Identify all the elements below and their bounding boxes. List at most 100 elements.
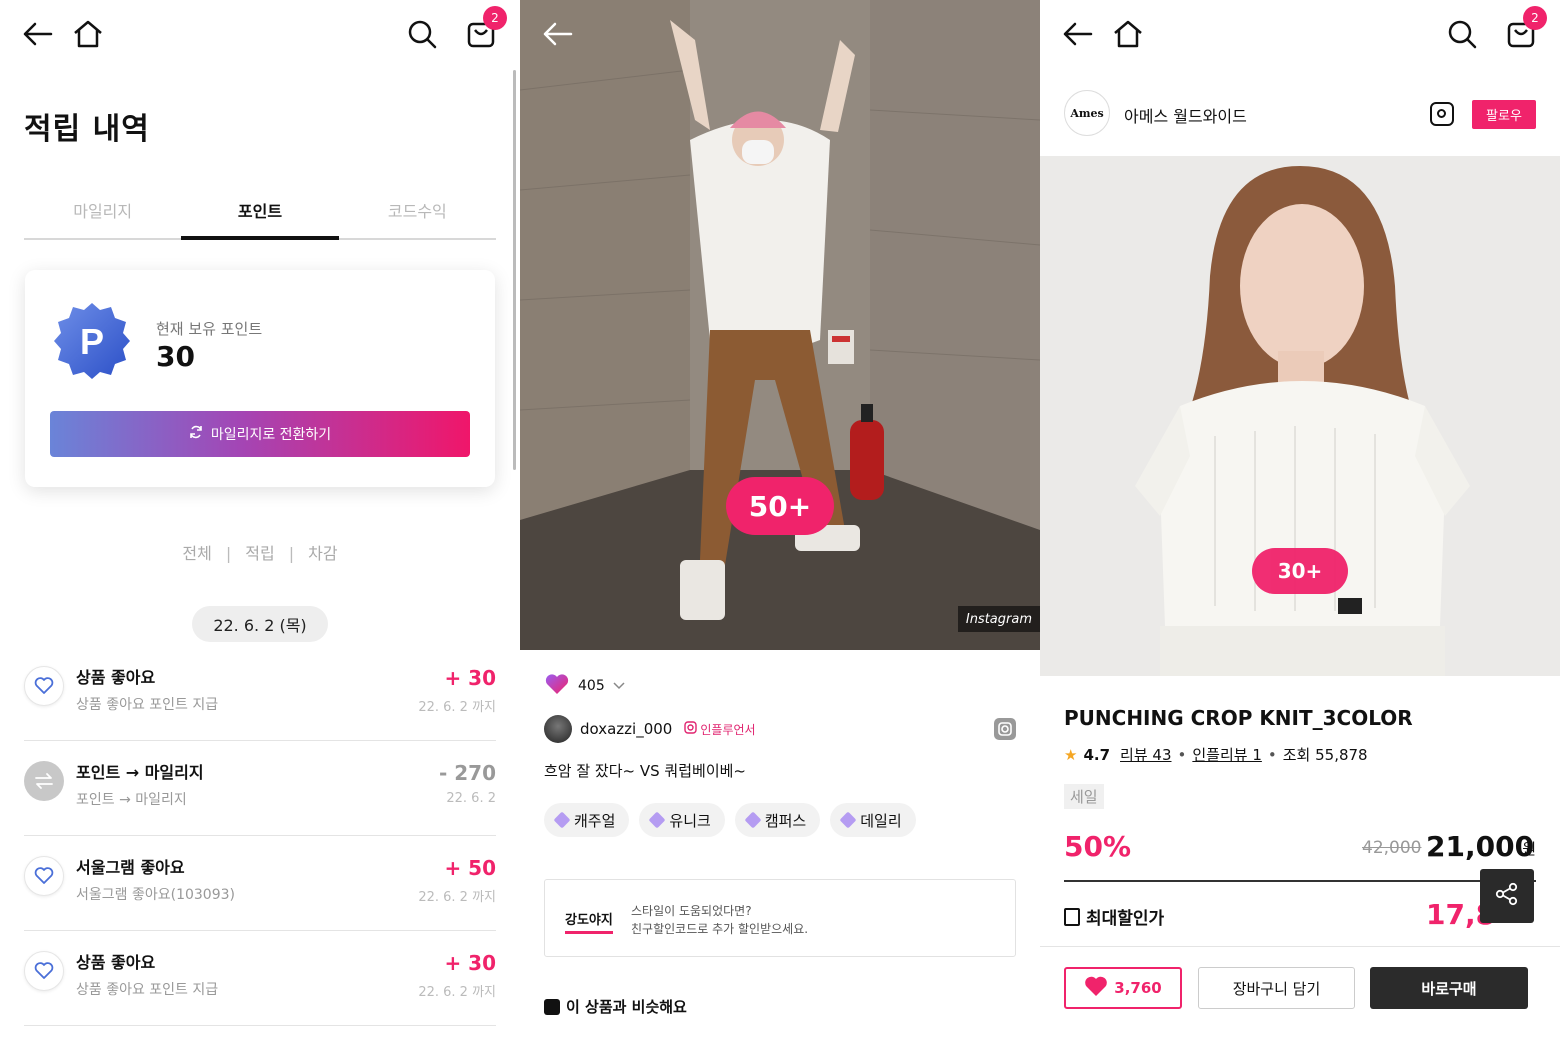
sale-price: 21,000 <box>1426 830 1535 863</box>
instagram-link-icon[interactable] <box>994 718 1016 740</box>
history-amount: + 30 <box>444 666 496 690</box>
heart-icon <box>1084 975 1108 1001</box>
tag-label: 유니크 <box>669 811 711 830</box>
friend-code-promo[interactable]: 강도야지 스타일이 도움되었다면? 친구할인코드로 추가 할인받으세요. <box>544 879 1016 957</box>
tag-chip[interactable]: 캐주얼 <box>544 803 630 837</box>
style-photo[interactable]: 50+ Instagram <box>520 0 1040 650</box>
tag-icon <box>744 811 762 829</box>
author-row: doxazzi_000 인플루언서 <box>544 714 1016 744</box>
tag-chip[interactable]: 유니크 <box>639 803 725 837</box>
brand-row: Ames 아메스 월드와이드 팔로우 <box>1064 90 1536 138</box>
tag-icon <box>553 811 571 829</box>
history-title: 상품 좋아요 <box>76 953 156 972</box>
rating-row: ★ 4.7 리뷰 43 • 인플리뷰 1 • 조회 55,878 <box>1064 744 1368 765</box>
home-icon[interactable] <box>68 14 108 54</box>
tab-points[interactable]: 포인트 <box>181 186 339 240</box>
points-history-screen: 2 적립 내역 마일리지 포인트 코드수익 P 현재 보유 포인트 30 마일리… <box>0 0 520 1039</box>
history-filter: 전체 | 적립 | 차감 <box>0 540 520 564</box>
home-icon[interactable] <box>1108 14 1148 54</box>
list-item: 포인트 → 마일리지 포인트 → 마일리지 - 270 22. 6. 2 <box>24 741 496 836</box>
buy-now-button[interactable]: 바로구매 <box>1370 967 1528 1009</box>
history-amount: + 50 <box>444 856 496 880</box>
heart-icon <box>544 672 570 700</box>
instagram-icon[interactable] <box>1430 102 1454 126</box>
sale-badge: 세일 <box>1064 784 1104 809</box>
history-title: 상품 좋아요 <box>76 668 156 687</box>
cart-count-badge: 2 <box>483 6 507 30</box>
list-item: 상품 좋아요 상품 좋아요 포인트 지급 + 30 22. 6. 2 까지 <box>24 646 496 741</box>
list-item: 서울그램 좋아요 서울그램 좋아요(103093) + 50 22. 6. 2 … <box>24 836 496 931</box>
tagged-styles-count[interactable]: 30+ <box>1252 548 1348 594</box>
refresh-icon <box>189 425 203 443</box>
back-arrow-icon[interactable] <box>538 14 578 54</box>
influencer-label: 인플루언서 <box>700 722 756 737</box>
list-item: 상품 좋아요 상품 좋아요 포인트 지급 + 30 22. 6. 2 까지 <box>24 931 496 1026</box>
like-row[interactable]: 405 <box>544 672 625 700</box>
author-name[interactable]: doxazzi_000 <box>580 720 672 738</box>
history-subtitle: 상품 좋아요 포인트 지급 <box>76 697 219 713</box>
rating-value: 4.7 <box>1083 745 1111 764</box>
convert-to-mileage-button[interactable]: 마일리지로 전환하기 <box>50 411 470 457</box>
scrollbar[interactable] <box>513 70 516 470</box>
follow-button[interactable]: 팔로우 <box>1472 100 1536 129</box>
tab-code-earnings[interactable]: 코드수익 <box>339 186 496 238</box>
tag-chip[interactable]: 캠퍼스 <box>734 803 821 837</box>
tag-label: 캐주얼 <box>574 811 616 830</box>
points-badge-letter: P <box>80 321 104 362</box>
separator-dot: • <box>1267 745 1277 764</box>
purchase-bar: 3,760 장바구니 담기 바로구매 <box>1040 946 1560 1039</box>
filter-all[interactable]: 전체 <box>182 544 211 563</box>
filter-separator: | <box>288 544 295 563</box>
top-bar: 2 <box>0 0 520 68</box>
points-label: 현재 보유 포인트 <box>156 320 263 338</box>
filter-earned[interactable]: 적립 <box>245 544 274 563</box>
top-bar: 2 <box>1040 0 1560 68</box>
points-card: P 현재 보유 포인트 30 마일리지로 전환하기 <box>25 270 495 487</box>
view-count: 조회 55,878 <box>1282 746 1368 764</box>
similar-heading-label: 이 상품과 비슷해요 <box>566 998 687 1016</box>
like-count: 405 <box>578 678 605 694</box>
tag-icon <box>648 811 666 829</box>
history-expiry: 22. 6. 2 까지 <box>418 700 496 715</box>
product-name: PUNCHING CROP KNIT_3COLOR <box>1064 706 1413 730</box>
back-arrow-icon[interactable] <box>1058 14 1098 54</box>
tag-label: 데일리 <box>860 811 902 830</box>
avatar[interactable] <box>544 715 572 743</box>
product-detail-screen: 2 Ames 아메스 월드와이드 팔로우 30+ PUNCHING CROP K… <box>1040 0 1560 1039</box>
history-subtitle: 포인트 → 마일리지 <box>76 792 187 808</box>
cart-icon[interactable]: 2 <box>461 6 507 54</box>
add-to-cart-button[interactable]: 장바구니 담기 <box>1198 967 1355 1009</box>
brand-name[interactable]: 아메스 월드와이드 <box>1124 103 1247 127</box>
history-expiry: 22. 6. 2 <box>446 791 496 806</box>
chevron-down-icon <box>613 678 625 694</box>
history-amount: - 270 <box>438 761 496 785</box>
history-title: 서울그램 좋아요 <box>76 858 185 877</box>
search-icon[interactable] <box>1442 14 1482 54</box>
tag-icon <box>839 811 857 829</box>
share-button[interactable] <box>1480 869 1534 923</box>
style-tags: 캐주얼 유니크 캠퍼스 데일리 <box>544 803 916 837</box>
filter-deducted[interactable]: 차감 <box>308 544 337 563</box>
tagged-products-count[interactable]: 50+ <box>726 477 834 535</box>
date-header: 22. 6. 2 (목) <box>192 606 328 642</box>
currency-unit: 원 <box>1522 840 1536 858</box>
style-post-screen: 50+ Instagram 405 doxazzi_000 인플루언서 흐암 잘… <box>520 0 1040 1039</box>
reviews-link[interactable]: 리뷰 43 <box>1120 744 1171 765</box>
tag-chip[interactable]: 데일리 <box>830 803 916 837</box>
tab-mileage[interactable]: 마일리지 <box>24 186 181 238</box>
product-photo[interactable]: 30+ <box>1040 156 1560 676</box>
brand-logo[interactable]: Ames <box>1064 90 1110 136</box>
heart-icon <box>24 856 64 896</box>
photo-source-label: Instagram <box>957 606 1040 632</box>
search-icon[interactable] <box>402 14 442 54</box>
discount-rate: 50% <box>1064 830 1132 863</box>
history-title: 포인트 → 마일리지 <box>76 763 204 782</box>
back-arrow-icon[interactable] <box>18 14 58 54</box>
heart-icon <box>24 666 64 706</box>
influencer-reviews-link[interactable]: 인플리뷰 1 <box>1192 744 1262 765</box>
star-icon: ★ <box>1064 745 1078 764</box>
max-discount-row[interactable]: 최대할인가 <box>1064 904 1164 929</box>
like-button[interactable]: 3,760 <box>1064 967 1182 1009</box>
cart-icon[interactable]: 2 <box>1501 6 1547 54</box>
post-caption: 흐암 잘 잤다~ VS 쿼럽베이베~ <box>544 762 746 780</box>
